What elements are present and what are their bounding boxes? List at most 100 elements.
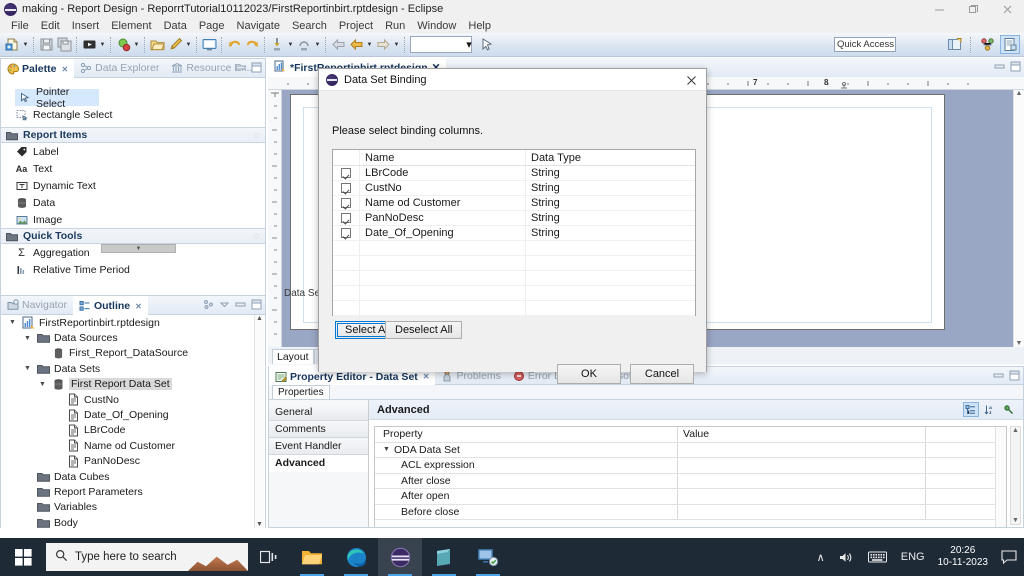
dialog-close-button[interactable] [676, 69, 706, 91]
menu-file[interactable]: File [5, 20, 35, 32]
outline-tree-item[interactable]: LBrCode [1, 423, 265, 438]
pointer-tool-icon[interactable] [478, 36, 496, 54]
tab-palette[interactable]: Palette ✕ [1, 58, 75, 78]
binding-column-checkbox[interactable] [341, 198, 351, 208]
menu-navigate[interactable]: Navigate [231, 20, 286, 32]
taskbar-app-remote-desktop[interactable] [466, 538, 510, 576]
scroll-down-arrow[interactable]: ▼ [256, 521, 263, 528]
back-dropdown-arrow[interactable]: ▼ [365, 36, 374, 54]
property-table[interactable]: Property Value ▼ ODA Data Set ACL expression… [374, 426, 1007, 527]
undo-icon[interactable] [225, 36, 243, 54]
category-general[interactable]: General [269, 404, 368, 421]
new-button[interactable]: ▼ [3, 34, 30, 56]
maximize-restore-button[interactable] [956, 0, 990, 18]
category-advanced[interactable]: Advanced [269, 455, 368, 472]
scroll-up-arrow[interactable]: ▲ [1016, 90, 1023, 97]
palette-tool-rectangle-select[interactable]: Rectangle Select [1, 106, 265, 123]
row-checkbox-cell[interactable] [333, 226, 360, 240]
debug-button[interactable]: ▼ [114, 34, 141, 56]
tree-view-icon[interactable] [963, 402, 979, 417]
debug-dropdown-arrow[interactable]: ▼ [132, 36, 141, 54]
row-checkbox-cell[interactable] [333, 211, 360, 225]
notification-icon[interactable] [994, 550, 1024, 564]
binding-column-row[interactable]: CustNo String [333, 181, 695, 196]
menu-project[interactable]: Project [333, 20, 379, 32]
expanded-twisty-icon[interactable]: ▼ [383, 446, 390, 453]
view-menu-icon[interactable] [219, 299, 230, 310]
run-button[interactable]: ▼ [80, 34, 107, 56]
taskbar-app-notes[interactable] [422, 538, 466, 576]
property-value-cell[interactable] [678, 442, 926, 457]
edit-tool-dropdown-arrow[interactable]: ▼ [184, 36, 193, 54]
outline-tree-item[interactable]: PanNoDesc [1, 454, 265, 469]
minimize-view-icon[interactable] [993, 370, 1004, 381]
property-value-cell[interactable] [678, 504, 926, 519]
property-table-scrollbar[interactable] [995, 427, 1006, 527]
outline-tree-item[interactable]: ▼ Data Sources [1, 330, 265, 345]
menu-help[interactable]: Help [462, 20, 497, 32]
outline-vertical-scrollbar[interactable]: ▲ ▼ [254, 315, 264, 528]
editor-tab-layout[interactable]: Layout [272, 349, 314, 364]
outline-tree-item[interactable]: First_Report_DataSource [1, 346, 265, 361]
palette-scroll-handle[interactable]: ▼ [101, 244, 176, 253]
show-hidden-icons-chevron[interactable]: ∧ [810, 551, 832, 564]
quick-access-input[interactable]: Quick Access [834, 37, 896, 52]
taskbar-app-edge[interactable] [334, 538, 378, 576]
row-checkbox-cell[interactable] [333, 166, 360, 180]
outline-tree-item[interactable]: CustNo [1, 392, 265, 407]
scroll-up-arrow[interactable]: ▲ [1012, 427, 1019, 434]
combo-dropdown-arrow[interactable]: ▾ [460, 36, 478, 54]
java-perspective-icon[interactable] [977, 35, 997, 54]
scroll-up-arrow[interactable]: ▲ [256, 315, 263, 322]
palette-item-label[interactable]: Label [1, 143, 265, 160]
category-comments[interactable]: Comments [269, 421, 368, 438]
cancel-button[interactable]: Cancel [630, 364, 694, 384]
outline-tree-item[interactable]: Report Parameters [1, 484, 265, 499]
property-table-row[interactable]: After close [375, 473, 1006, 489]
close-button[interactable] [990, 0, 1024, 18]
tab-navigator[interactable]: Navigator [1, 296, 73, 315]
palette-item-image[interactable]: Image [1, 211, 265, 228]
palette-tool-pointer-select[interactable]: Pointer Select [15, 86, 99, 110]
binding-column-row[interactable]: LBrCode String [333, 166, 695, 181]
tab-outline[interactable]: Outline ✕ [72, 295, 148, 315]
expanded-twisty-icon[interactable]: ▼ [22, 335, 33, 342]
binding-column-checkbox[interactable] [341, 213, 351, 223]
clock[interactable]: 20:26 10-11-2023 [932, 545, 994, 569]
redo-icon[interactable] [243, 36, 261, 54]
taskbar-app-file-explorer[interactable] [290, 538, 334, 576]
binding-columns-table[interactable]: Name Data Type LBrCode String CustNo String… [332, 149, 696, 331]
sort-az-icon[interactable]: az [982, 402, 998, 417]
step-into-button[interactable]: ▼ [268, 34, 295, 56]
back-arrow-gray-icon[interactable] [329, 36, 347, 54]
back-button[interactable]: ▼ [347, 34, 374, 56]
tab-data-explorer[interactable]: Data Explorer [74, 59, 165, 78]
binding-column-row[interactable]: PanNoDesc String [333, 211, 695, 226]
keyboard-icon[interactable] [861, 551, 894, 563]
subtab-properties[interactable]: Properties [272, 385, 330, 399]
row-checkbox-cell[interactable] [333, 181, 360, 195]
volume-icon[interactable] [832, 551, 861, 564]
expanded-twisty-icon[interactable]: ▼ [37, 381, 48, 388]
task-view-icon[interactable] [248, 538, 290, 576]
deselect-all-button[interactable]: Deselect All [385, 321, 463, 339]
menu-element[interactable]: Element [105, 20, 157, 32]
save-icon[interactable] [37, 36, 55, 54]
scroll-down-arrow[interactable]: ▼ [1016, 340, 1023, 347]
outline-tree[interactable]: ▼ FirstReportinbirt.rptdesign ▼ Data Source… [1, 315, 265, 528]
palette-group-quick-tools[interactable]: Quick Tools ◌ [1, 228, 265, 244]
run-dropdown-arrow[interactable]: ▼ [98, 36, 107, 54]
close-icon[interactable]: ✕ [61, 65, 68, 74]
close-icon[interactable]: ✕ [135, 302, 142, 311]
editor-vertical-scrollbar[interactable]: ▲ ▼ [1013, 90, 1024, 347]
minimize-view-icon[interactable] [994, 61, 1005, 72]
category-event-handler[interactable]: Event Handler [269, 438, 368, 455]
palette-item-dynamic-text[interactable]: Dynamic Text [1, 177, 265, 194]
palette-group-report-items[interactable]: Report Items ◌ [1, 127, 265, 143]
step-over-dropdown-arrow[interactable]: ▼ [313, 36, 322, 54]
menu-search[interactable]: Search [286, 20, 333, 32]
save-all-icon[interactable] [55, 36, 73, 54]
binding-column-checkbox[interactable] [341, 228, 351, 238]
outline-tree-item[interactable]: Data Cubes [1, 469, 265, 484]
new-dropdown-arrow[interactable]: ▼ [21, 36, 30, 54]
